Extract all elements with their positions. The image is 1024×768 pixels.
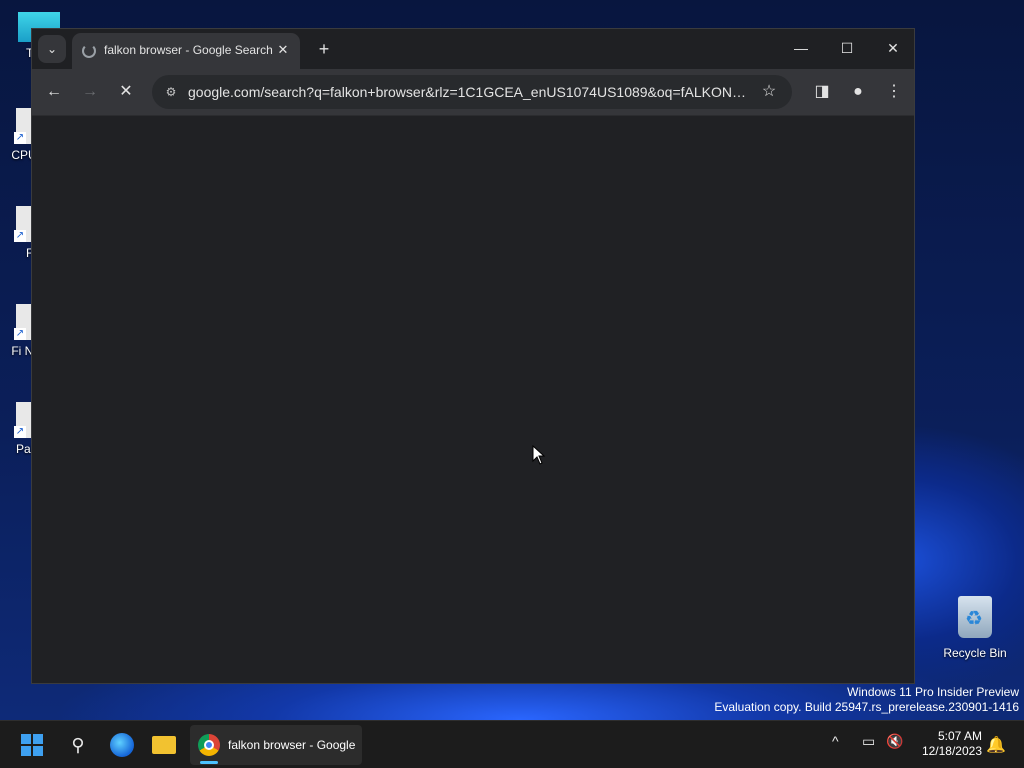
page-content (32, 116, 914, 683)
browser-window: ⌄ falkon browser - Google Search ✕ + — ☐… (31, 28, 915, 684)
windows-logo-tile (21, 734, 31, 744)
recycle-bin-label: Recycle Bin (943, 646, 1007, 660)
start-button[interactable] (21, 734, 43, 756)
volume-muted-icon[interactable]: 🔇 (886, 733, 903, 750)
chrome-icon (198, 734, 220, 756)
edge-logo (110, 733, 134, 757)
windows-logo-tile (21, 746, 31, 756)
folder-shape (152, 736, 176, 754)
clock-date: 12/18/2023 (921, 744, 982, 758)
file-explorer-icon[interactable] (148, 729, 180, 761)
taskbar: ⚲ falkon browser - Google ^ ▭ 🔇 5:07 AM … (0, 720, 1024, 768)
new-tab-button[interactable]: + (312, 37, 336, 61)
maximize-button[interactable]: ☐ (824, 33, 870, 63)
windows-watermark: Windows 11 Pro Insider Preview Evaluatio… (714, 685, 1019, 715)
side-panel-icon[interactable]: ◨ (808, 78, 836, 106)
windows-logo-tile (33, 734, 43, 744)
recycle-bin[interactable]: Recycle Bin (940, 596, 1010, 660)
bookmark-star-icon[interactable]: ☆ (758, 81, 780, 103)
tab-close-button[interactable]: ✕ (274, 41, 292, 59)
site-info-icon[interactable]: ⚙ (160, 81, 182, 103)
taskbar-app-label: falkon browser - Google (228, 738, 356, 752)
clock-time: 5:07 AM (937, 729, 982, 743)
edge-icon[interactable] (106, 729, 138, 761)
stop-loading-button[interactable]: ✕ (112, 78, 140, 106)
search-icon[interactable]: ⚲ (62, 729, 94, 761)
mouse-cursor-icon (532, 445, 546, 465)
tray-chevron-icon[interactable]: ^ (832, 733, 839, 749)
loading-spinner-icon (82, 44, 96, 58)
menu-icon[interactable]: ⋮ (880, 78, 908, 106)
tab-search-button[interactable]: ⌄ (38, 35, 66, 63)
tab-strip: ⌄ falkon browser - Google Search ✕ + — ☐… (32, 29, 914, 69)
tab-title: falkon browser - Google Search (104, 43, 273, 57)
profile-icon[interactable]: ● (844, 78, 872, 106)
active-app-indicator (200, 761, 218, 764)
notifications-icon[interactable]: 🔔 (986, 735, 1006, 755)
watermark-line-2: Evaluation copy. Build 25947.rs_prerelea… (714, 700, 1019, 714)
forward-button[interactable]: → (76, 78, 104, 106)
taskbar-chrome-app[interactable]: falkon browser - Google (190, 725, 362, 765)
minimize-button[interactable]: — (778, 33, 824, 63)
browser-toolbar: ← → ✕ ⚙ google.com/search?q=falkon+brows… (32, 69, 914, 116)
address-bar[interactable]: ⚙ google.com/search?q=falkon+browser&rlz… (152, 75, 792, 109)
clock[interactable]: 5:07 AM 12/18/2023 (912, 729, 982, 759)
url-text[interactable]: google.com/search?q=falkon+browser&rlz=1… (188, 84, 754, 100)
watermark-line-1: Windows 11 Pro Insider Preview (847, 685, 1019, 699)
tab-active[interactable]: falkon browser - Google Search ✕ (72, 33, 300, 69)
window-close-button[interactable]: ✕ (870, 33, 916, 63)
recycle-bin-icon (958, 596, 992, 638)
windows-logo-tile (33, 746, 43, 756)
back-button[interactable]: ← (40, 78, 68, 106)
network-icon[interactable]: ▭ (862, 733, 875, 750)
